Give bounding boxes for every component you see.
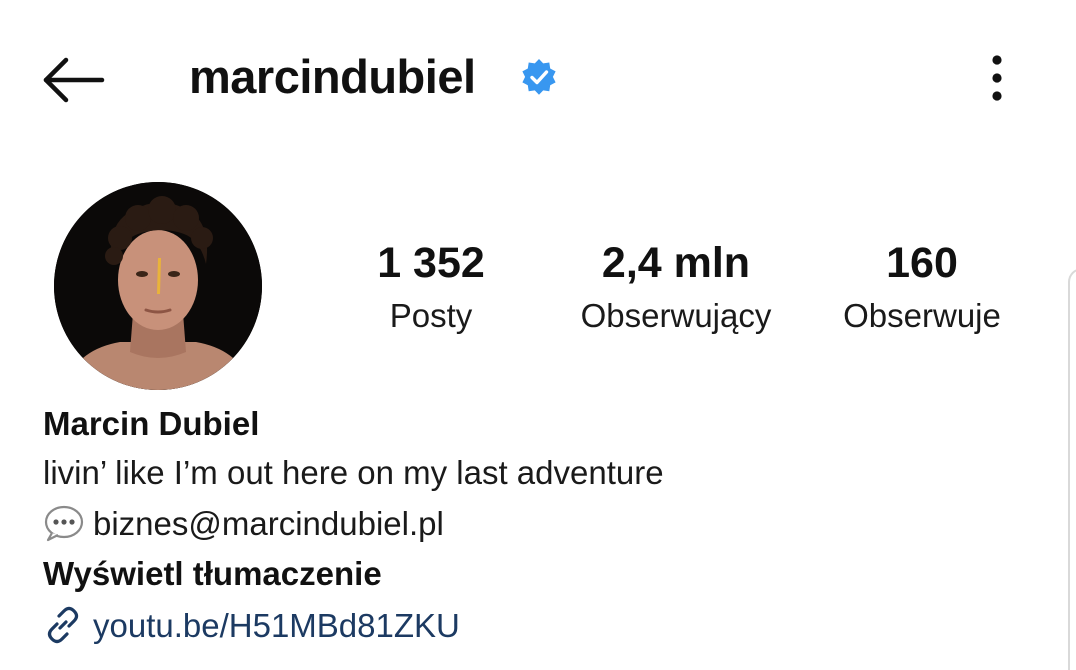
more-options-button[interactable] — [976, 50, 1018, 106]
bio-link[interactable]: youtu.be/H51MBd81ZKU — [43, 604, 460, 648]
followers-count[interactable]: 2,4 mln Obserwujący — [556, 236, 796, 338]
profile-header: marcindubiel — [0, 0, 1076, 150]
page-title-username: marcindubiel — [189, 50, 476, 103]
speech-bubble-icon — [43, 504, 85, 542]
followers-label: Obserwujący — [580, 297, 772, 334]
link-icon — [43, 605, 83, 645]
following-label: Obserwuje — [843, 297, 1001, 334]
link-text: youtu.be/H51MBd81ZKU — [93, 607, 460, 644]
posts-count[interactable]: 1 352 Posty — [331, 236, 531, 338]
more-vertical-icon — [992, 55, 1002, 101]
posts-label: Posty — [389, 297, 473, 334]
side-panel-edge — [1068, 268, 1076, 670]
arrow-left-icon — [43, 57, 105, 103]
profile-full-name: Marcin Dubiel — [43, 405, 260, 442]
profile-photo — [54, 182, 262, 390]
back-button[interactable] — [38, 50, 110, 110]
following-count[interactable]: 160 Obserwuje — [822, 236, 1022, 338]
bio-text: livin’ like I’m out here on my last adve… — [43, 454, 664, 491]
posts-value: 1 352 — [377, 239, 485, 287]
contact-email: biznes@marcindubiel.pl — [93, 505, 444, 542]
following-value: 160 — [886, 239, 958, 287]
profile-avatar[interactable] — [54, 182, 262, 390]
verified-badge-icon — [519, 57, 559, 97]
followers-value: 2,4 mln — [601, 239, 751, 287]
show-translation-button[interactable]: Wyświetl tłumaczenie — [43, 553, 382, 595]
contact-row[interactable]: biznes@marcindubiel.pl — [43, 502, 444, 546]
